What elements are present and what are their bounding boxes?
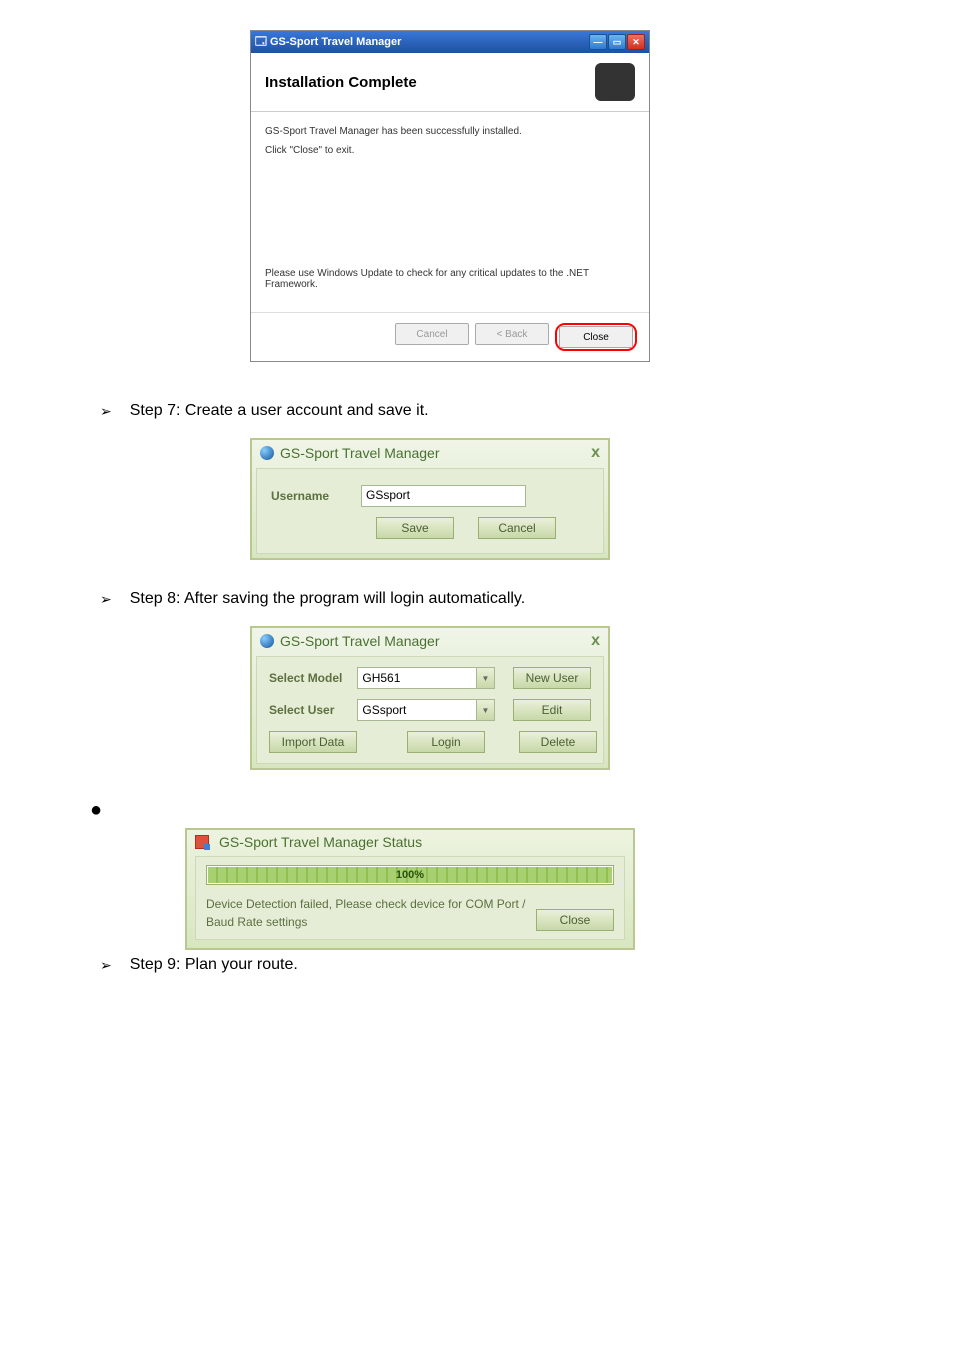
username-input[interactable]: GSsport xyxy=(361,485,526,507)
login-dialog-title: GS-Sport Travel Manager xyxy=(280,633,440,649)
username-row: Username GSsport xyxy=(271,485,589,507)
installer-heading: Installation Complete xyxy=(265,74,417,91)
close-highlight: Close xyxy=(555,323,637,351)
select-user-value: GSsport xyxy=(362,703,406,717)
login-dialog-close-icon[interactable]: x xyxy=(591,632,600,650)
step-9-text: Step 9: Plan your route. xyxy=(130,956,298,974)
cancel-button[interactable]: Cancel xyxy=(478,517,556,539)
user-dialog: GS-Sport Travel Manager x Username GSspo… xyxy=(250,438,610,560)
progress-text: 100% xyxy=(396,869,424,881)
installer-msg-2: Click "Close" to exit. xyxy=(265,145,635,156)
installer-titlebar: 🗔 GS-Sport Travel Manager — ▭ ✕ xyxy=(251,31,649,53)
status-message: Device Detection failed, Please check de… xyxy=(206,895,536,931)
save-button[interactable]: Save xyxy=(376,517,454,539)
select-user-row: Select User GSsport ▼ Edit xyxy=(269,699,591,721)
progress-bar: 100% xyxy=(206,865,614,885)
new-user-button[interactable]: New User xyxy=(513,667,591,689)
status-app-icon xyxy=(195,835,209,849)
status-dialog: GS-Sport Travel Manager Status 100% Devi… xyxy=(185,828,635,950)
bullet-arrow-icon: ➢ xyxy=(100,403,112,420)
user-dialog-body: Username GSsport Save Cancel xyxy=(256,468,604,554)
login-dialog: GS-Sport Travel Manager x Select Model G… xyxy=(250,626,610,770)
step-8-text: Step 8: After saving the program will lo… xyxy=(130,590,525,608)
chevron-down-icon: ▼ xyxy=(476,700,494,720)
delete-button[interactable]: Delete xyxy=(519,731,597,753)
select-model-dropdown[interactable]: GH561 ▼ xyxy=(357,667,495,689)
status-close-button[interactable]: Close xyxy=(536,909,614,931)
step-8-line: ➢ Step 8: After saving the program will … xyxy=(100,590,864,608)
cancel-button: Cancel xyxy=(395,323,469,345)
username-label: Username xyxy=(271,489,361,503)
login-dialog-body: Select Model GH561 ▼ New User Select Use… xyxy=(256,656,604,764)
select-model-row: Select Model GH561 ▼ New User xyxy=(269,667,591,689)
edit-button[interactable]: Edit xyxy=(513,699,591,721)
login-button[interactable]: Login xyxy=(407,731,485,753)
status-row: Device Detection failed, Please check de… xyxy=(206,895,614,931)
user-dialog-title: GS-Sport Travel Manager xyxy=(280,445,440,461)
installer-header: Installation Complete xyxy=(251,53,649,112)
bullet-line: ● xyxy=(90,800,864,820)
bullet-arrow-icon: ➢ xyxy=(100,957,112,974)
select-user-label: Select User xyxy=(269,703,357,717)
login-dialog-titlebar: GS-Sport Travel Manager x xyxy=(252,628,608,656)
close-button[interactable]: Close xyxy=(559,326,633,348)
minimize-icon[interactable]: — xyxy=(589,34,607,50)
select-model-label: Select Model xyxy=(269,671,357,685)
app-globe-icon xyxy=(260,446,274,460)
close-icon[interactable]: ✕ xyxy=(627,34,645,50)
app-globe-icon xyxy=(260,634,274,648)
user-dialog-titlebar: GS-Sport Travel Manager x xyxy=(252,440,608,468)
bullet-dot-icon: ● xyxy=(90,800,102,820)
select-model-value: GH561 xyxy=(362,671,400,685)
import-data-button[interactable]: Import Data xyxy=(269,731,357,753)
back-button: < Back xyxy=(475,323,549,345)
installer-footer: Cancel < Back Close xyxy=(251,312,649,361)
bullet-arrow-icon: ➢ xyxy=(100,591,112,608)
status-dialog-titlebar: GS-Sport Travel Manager Status xyxy=(187,830,633,856)
installer-logo-icon xyxy=(595,63,635,101)
user-dialog-close-icon[interactable]: x xyxy=(591,444,600,462)
step-7-line: ➢ Step 7: Create a user account and save… xyxy=(100,402,864,420)
step-9-line: ➢ Step 9: Plan your route. xyxy=(100,956,864,974)
chevron-down-icon: ▼ xyxy=(476,668,494,688)
installer-window: 🗔 GS-Sport Travel Manager — ▭ ✕ Installa… xyxy=(250,30,650,362)
installer-msg-3: Please use Windows Update to check for a… xyxy=(265,268,635,290)
maximize-icon[interactable]: ▭ xyxy=(608,34,626,50)
installer-title: GS-Sport Travel Manager xyxy=(270,36,401,48)
step-7-text: Step 7: Create a user account and save i… xyxy=(130,402,429,420)
installer-msg-1: GS-Sport Travel Manager has been success… xyxy=(265,126,635,137)
installer-body: GS-Sport Travel Manager has been success… xyxy=(251,112,649,312)
login-button-row: Import Data Login Delete xyxy=(269,731,591,753)
installer-icon: 🗔 xyxy=(255,36,270,48)
status-dialog-body: 100% Device Detection failed, Please che… xyxy=(195,856,625,940)
status-dialog-title: GS-Sport Travel Manager Status xyxy=(219,834,422,850)
select-user-dropdown[interactable]: GSsport ▼ xyxy=(357,699,495,721)
